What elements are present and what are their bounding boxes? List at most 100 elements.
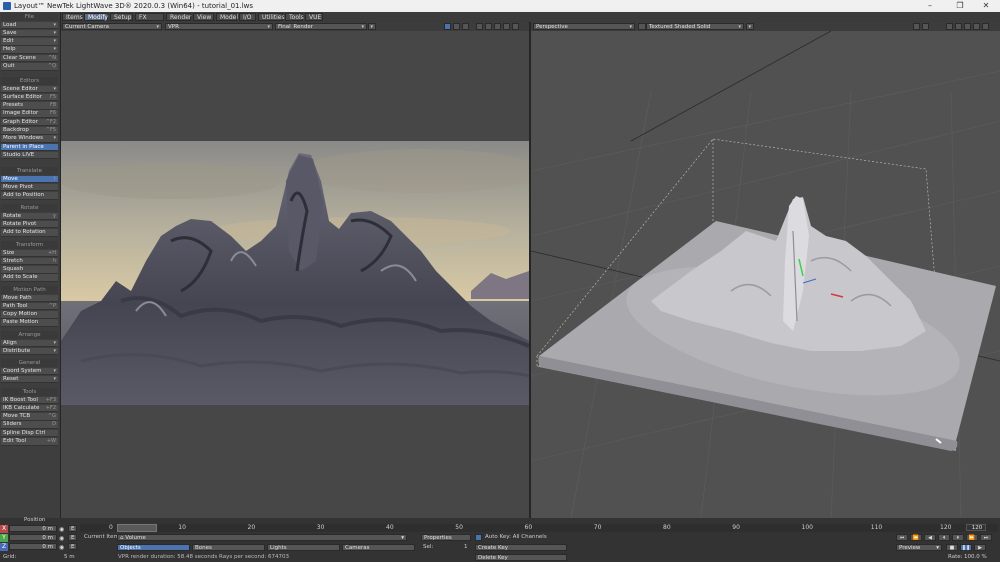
step-forward-icon[interactable]: ⏵ (952, 534, 964, 541)
timeline-handle[interactable] (117, 524, 157, 532)
current-item-select[interactable]: ⌂ Volume ▾ (117, 534, 407, 541)
tab-i-o[interactable]: I/O (239, 13, 256, 21)
move-view-icon[interactable] (476, 23, 483, 30)
sidebar-item-rotate[interactable]: Rotate y (1, 212, 58, 220)
sidebar-item-spline-disp-ctrl[interactable]: Spline Disp Ctrl (1, 429, 58, 438)
sidebar-item-image-editor[interactable]: Image Editor F6 (1, 110, 58, 118)
previous-key-icon[interactable]: ⏪ (910, 534, 922, 541)
sidebar-item-move-path[interactable]: Move Path (1, 294, 58, 302)
timeline-slider[interactable] (80, 524, 998, 532)
go-to-start-icon[interactable]: ⏮ (896, 534, 908, 541)
next-key-icon[interactable]: ⏩ (966, 534, 978, 541)
vpr-toggle-icon[interactable] (444, 23, 451, 30)
sidebar-item-more-windows[interactable]: More Windows ▾ (1, 135, 58, 143)
sidebar-item-scene-editor[interactable]: Scene Editor ▾ (1, 85, 58, 93)
view-type-select[interactable]: Perspective ▾ (533, 23, 635, 30)
tab-tools[interactable]: Tools (285, 13, 304, 21)
lights-button[interactable]: Lights (267, 544, 340, 551)
sidebar-item-clear-scene[interactable]: Clear Scene ^N (1, 54, 58, 63)
tab-items[interactable]: Items (62, 13, 83, 21)
tab-model[interactable]: Model (216, 13, 238, 21)
sidebar-item-add-to-scale[interactable]: Add to Scale (1, 274, 58, 282)
preview-select[interactable]: Preview ▾ (896, 544, 942, 551)
fit-view-icon[interactable] (503, 23, 510, 30)
grid-value[interactable]: 5 m (64, 554, 75, 561)
step-back-icon[interactable]: ⏴ (938, 534, 950, 541)
go-to-end-icon[interactable]: ⏭ (980, 534, 992, 541)
sidebar-item-surface-editor[interactable]: Surface Editor F5 (1, 93, 58, 102)
eye-icon[interactable]: ◉ (59, 544, 64, 551)
sidebar-item-move[interactable]: Move t (1, 175, 58, 183)
stop-icon[interactable]: ■ (946, 544, 958, 551)
sidebar-item-rotate-pivot[interactable]: Rotate Pivot (1, 220, 58, 229)
fit-view-icon[interactable] (973, 23, 980, 30)
shading-extra-select[interactable]: ▾ (746, 23, 754, 30)
sidebar-item-reset[interactable]: Reset ▾ (1, 375, 58, 384)
sidebar-item-parent-in-place[interactable]: Parent in Place (1, 143, 58, 152)
pause-icon[interactable]: ❚❚ (960, 544, 972, 551)
vpr-mode-select[interactable]: VPR ▾ (165, 23, 273, 30)
sidebar-item-help[interactable]: Help ▾ (1, 46, 58, 54)
y-position-field[interactable]: 0 m (9, 534, 57, 541)
maximize-icon[interactable]: ❐ (946, 0, 974, 12)
camera-icon[interactable] (913, 23, 920, 30)
close-icon[interactable]: ✕ (972, 0, 1000, 12)
zoom-view-icon[interactable] (964, 23, 971, 30)
shading-icon[interactable] (638, 23, 646, 30)
tab-fx-tools[interactable]: FX Tools (135, 13, 164, 29)
play-backward-icon[interactable]: ◀ (924, 534, 936, 541)
cameras-button[interactable]: Cameras (342, 544, 415, 551)
x-envelope-button[interactable]: E (68, 525, 77, 532)
sidebar-item-move-tcb[interactable]: Move TCB ^G (1, 413, 58, 421)
sidebar-item-copy-motion[interactable]: Copy Motion (1, 311, 58, 319)
sidebar-item-move-pivot[interactable]: Move Pivot (1, 183, 58, 192)
sidebar-item-load[interactable]: Load ▾ (1, 21, 58, 29)
sidebar-item-distribute[interactable]: Distribute ▾ (1, 347, 58, 356)
sidebar-item-ikb-calculate[interactable]: IKB Calculate +F2 (1, 404, 58, 413)
create-key-button[interactable]: Create Key (475, 544, 567, 551)
render-preset-extra-select[interactable]: ▾ (368, 23, 376, 30)
maximize-view-icon[interactable] (982, 23, 989, 30)
rotate-view-icon[interactable] (955, 23, 962, 30)
tab-vue[interactable]: VUE (305, 13, 323, 21)
auto-key-label[interactable]: Auto Key: All Channels (485, 534, 547, 541)
sidebar-item-add-to-rotation[interactable]: Add to Rotation (1, 229, 58, 237)
sidebar-item-path-tool[interactable]: Path Tool ^P (1, 302, 58, 311)
sidebar-item-backdrop[interactable]: Backdrop ^F5 (1, 127, 58, 135)
tab-utilities[interactable]: Utilities (258, 13, 285, 21)
sidebar-item-graph-editor[interactable]: Graph Editor ^F2 (1, 118, 58, 127)
camera-icon[interactable] (462, 23, 469, 30)
tab-view[interactable]: View (193, 13, 214, 21)
sidebar-item-coord-system[interactable]: Coord System ▾ (1, 367, 58, 375)
sidebar-item-stretch[interactable]: Stretch h (1, 257, 58, 266)
play-icon[interactable]: ▶ (974, 544, 986, 551)
z-envelope-button[interactable]: E (68, 543, 77, 550)
eye-icon[interactable]: ◉ (59, 535, 64, 542)
sidebar-item-studio-live[interactable]: Studio LIVE (1, 151, 58, 160)
sidebar-item-edit-tool[interactable]: Edit Tool +W (1, 438, 58, 446)
shading-select[interactable]: Textured Shaded Solid ▾ (646, 23, 744, 30)
zoom-view-icon[interactable] (494, 23, 501, 30)
minimize-icon[interactable]: – (916, 0, 944, 12)
sidebar-item-save[interactable]: Save ▾ (1, 29, 58, 38)
rate-value[interactable]: 100.0 % (964, 554, 987, 561)
delete-key-button[interactable]: Delete Key (475, 554, 567, 561)
bones-button[interactable]: Bones (192, 544, 265, 551)
sidebar-item-presets[interactable]: Presets F8 (1, 102, 58, 110)
sidebar-item-sliders[interactable]: Sliders D (1, 421, 58, 429)
properties-button[interactable]: Properties (421, 534, 471, 541)
objects-button[interactable]: Objects (117, 544, 190, 551)
tab-setup[interactable]: Setup (110, 13, 133, 21)
tab-render[interactable]: Render (166, 13, 191, 21)
sidebar-item-edit[interactable]: Edit ▾ (1, 38, 58, 46)
gear-icon[interactable] (453, 23, 460, 30)
sidebar-item-paste-motion[interactable]: Paste Motion (1, 319, 58, 327)
auto-key-checkbox[interactable] (475, 534, 482, 541)
sidebar-item-quit[interactable]: Quit ^Q (1, 63, 58, 71)
gear-icon[interactable] (922, 23, 929, 30)
sidebar-item-align[interactable]: Align ▾ (1, 339, 58, 347)
sidebar-item-add-to-position[interactable]: Add to Position (1, 192, 58, 200)
sidebar-item-ik-boost-tool[interactable]: IK Boost Tool +F3 (1, 396, 58, 404)
x-position-field[interactable]: 0 m (9, 525, 57, 532)
y-envelope-button[interactable]: E (68, 534, 77, 541)
